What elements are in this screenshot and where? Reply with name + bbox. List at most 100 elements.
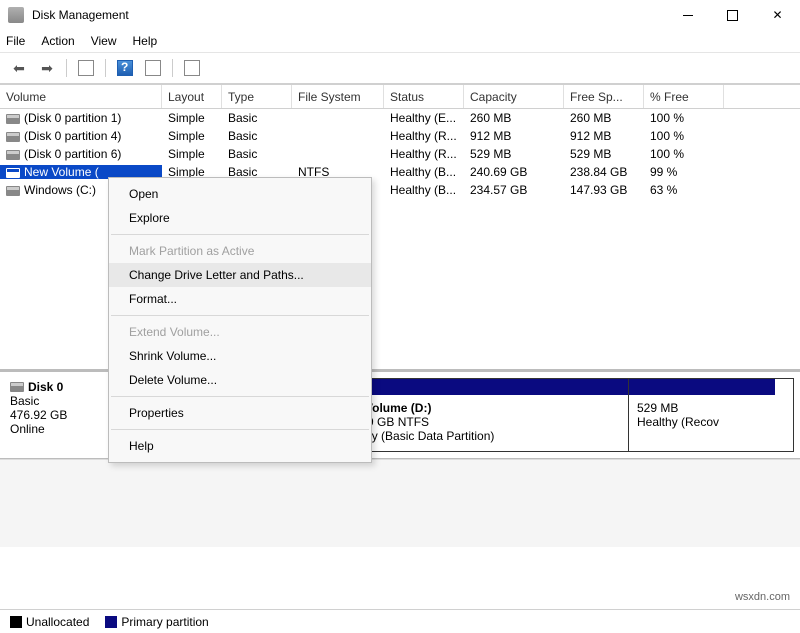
close-button[interactable]: [755, 0, 800, 30]
cell-free: 912 MB: [564, 129, 644, 143]
swatch-blue-icon: [105, 616, 117, 628]
titlebar: Disk Management: [0, 0, 800, 30]
back-button[interactable]: ⬅: [8, 57, 30, 79]
cell-volume: (Disk 0 partition 1): [0, 111, 162, 125]
cm-separator: [111, 315, 369, 316]
disk-status: Online: [10, 422, 110, 436]
table-row[interactable]: (Disk 0 partition 4)SimpleBasicHealthy (…: [0, 127, 800, 145]
partition[interactable]: New Volume (D:)240.69 GB NTFSHealthy (Ba…: [329, 379, 629, 451]
menu-file[interactable]: File: [6, 34, 25, 48]
swatch-black-icon: [10, 616, 22, 628]
partition-size: 529 MB: [637, 401, 767, 415]
panel-icon: [184, 60, 200, 76]
panel-icon: [78, 60, 94, 76]
menubar: File Action View Help: [0, 30, 800, 52]
cell-layout: Simple: [162, 147, 222, 161]
volume-icon: [6, 114, 20, 124]
toolbar-button-3[interactable]: [181, 57, 203, 79]
col-free[interactable]: Free Sp...: [564, 85, 644, 108]
cm-explore[interactable]: Explore: [109, 206, 371, 230]
cm-open[interactable]: Open: [109, 182, 371, 206]
toolbar-button-1[interactable]: [75, 57, 97, 79]
menu-help[interactable]: Help: [133, 34, 158, 48]
partition-status: Healthy (Recov: [637, 415, 767, 429]
cm-separator: [111, 234, 369, 235]
partition-header: [329, 379, 628, 395]
table-row[interactable]: (Disk 0 partition 1)SimpleBasicHealthy (…: [0, 109, 800, 127]
forward-button[interactable]: ➡: [36, 57, 58, 79]
cell-status: Healthy (E...: [384, 111, 464, 125]
cell-volume: (Disk 0 partition 6): [0, 147, 162, 161]
cell-type: Basic: [222, 129, 292, 143]
cell-capacity: 234.57 GB: [464, 183, 564, 197]
volume-icon: [6, 186, 20, 196]
legend: Unallocated Primary partition: [0, 609, 800, 633]
legend-primary: Primary partition: [105, 615, 208, 629]
window-title: Disk Management: [32, 8, 129, 22]
cell-status: Healthy (R...: [384, 129, 464, 143]
minimize-button[interactable]: [665, 0, 710, 30]
col-filesystem[interactable]: File System: [292, 85, 384, 108]
watermark: wsxdn.com: [735, 591, 790, 603]
col-volume[interactable]: Volume: [0, 85, 162, 108]
cm-separator: [111, 429, 369, 430]
toolbar-separator: [172, 59, 173, 77]
volume-icon: [6, 168, 20, 178]
cell-type: Basic: [222, 147, 292, 161]
context-menu: Open Explore Mark Partition as Active Ch…: [108, 177, 372, 463]
partition-header: [629, 379, 775, 395]
cm-extend-volume: Extend Volume...: [109, 320, 371, 344]
bottom-panel: [0, 459, 800, 547]
cm-shrink-volume[interactable]: Shrink Volume...: [109, 344, 371, 368]
table-header: Volume Layout Type File System Status Ca…: [0, 85, 800, 109]
toolbar-button-2[interactable]: [142, 57, 164, 79]
window-controls: [665, 0, 800, 30]
col-layout[interactable]: Layout: [162, 85, 222, 108]
cm-change-drive-letter[interactable]: Change Drive Letter and Paths...: [109, 263, 371, 287]
partition-status: Healthy (Basic Data Partition): [337, 429, 620, 443]
cell-capacity: 529 MB: [464, 147, 564, 161]
cell-capacity: 240.69 GB: [464, 165, 564, 179]
disk-label: Disk 0 Basic 476.92 GB Online: [10, 378, 110, 452]
cm-separator: [111, 396, 369, 397]
toolbar-separator: [105, 59, 106, 77]
col-type[interactable]: Type: [222, 85, 292, 108]
cm-delete-volume[interactable]: Delete Volume...: [109, 368, 371, 392]
partition-size: 240.69 GB NTFS: [337, 415, 620, 429]
cell-free: 238.84 GB: [564, 165, 644, 179]
disk-type: Basic: [10, 394, 110, 408]
partition-body: 529 MBHealthy (Recov: [629, 395, 775, 451]
cell-pct: 100 %: [644, 129, 724, 143]
menu-action[interactable]: Action: [41, 34, 74, 48]
maximize-button[interactable]: [710, 0, 755, 30]
partition[interactable]: 529 MBHealthy (Recov: [629, 379, 775, 451]
cell-capacity: 260 MB: [464, 111, 564, 125]
cell-type: Basic: [222, 111, 292, 125]
cell-pct: 100 %: [644, 147, 724, 161]
help-button[interactable]: [114, 57, 136, 79]
arrow-right-icon: ➡: [41, 60, 53, 77]
menu-view[interactable]: View: [91, 34, 117, 48]
cell-pct: 100 %: [644, 111, 724, 125]
cm-properties[interactable]: Properties: [109, 401, 371, 425]
cm-help[interactable]: Help: [109, 434, 371, 458]
cell-pct: 63 %: [644, 183, 724, 197]
table-row[interactable]: (Disk 0 partition 6)SimpleBasicHealthy (…: [0, 145, 800, 163]
app-icon: [8, 7, 24, 23]
cell-layout: Simple: [162, 129, 222, 143]
col-status[interactable]: Status: [384, 85, 464, 108]
disk-size: 476.92 GB: [10, 408, 110, 422]
col-pctfree[interactable]: % Free: [644, 85, 724, 108]
col-capacity[interactable]: Capacity: [464, 85, 564, 108]
toolbar-separator: [66, 59, 67, 77]
panel-icon: [145, 60, 161, 76]
cell-status: Healthy (B...: [384, 165, 464, 179]
cm-format[interactable]: Format...: [109, 287, 371, 311]
toolbar: ⬅ ➡: [0, 52, 800, 84]
disk-title: Disk 0: [10, 380, 110, 394]
disk-icon: [10, 382, 24, 392]
help-icon: [117, 60, 133, 76]
cell-free: 147.93 GB: [564, 183, 644, 197]
cell-pct: 99 %: [644, 165, 724, 179]
cm-mark-active: Mark Partition as Active: [109, 239, 371, 263]
